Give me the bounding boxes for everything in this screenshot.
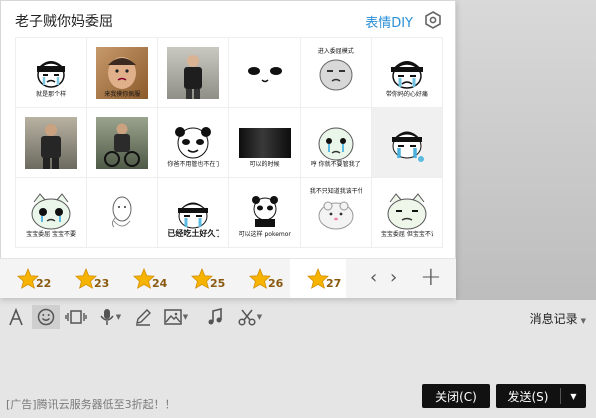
voice-button[interactable]: ▼ [96, 305, 124, 329]
sticker-caption: 可以的时候 [249, 160, 280, 168]
shake-button[interactable] [64, 305, 88, 329]
emoji-icon [37, 308, 55, 326]
screenshot-cut-button[interactable]: ▼ [234, 305, 266, 329]
sticker-cell[interactable]: 带你妈的心好痛 [371, 38, 443, 108]
sticker-image: 可以的时候 [238, 117, 291, 169]
sticker-cell[interactable]: 宝宝委屈 宝宝不要 [16, 178, 88, 248]
sticker-image: 带你妈的心好痛 [381, 47, 433, 99]
sticker-cell[interactable] [87, 108, 159, 178]
sticker-image: 我不只知道我该干什么好 [310, 187, 362, 239]
sticker-pack-tab[interactable]: 24 [116, 259, 172, 298]
sticker-image [381, 117, 433, 169]
sticker-caption: 带你妈的心好痛 [385, 90, 428, 98]
sticker-pack-tab[interactable]: 23 [58, 259, 114, 298]
sticker-pack-tab[interactable]: 27 [290, 259, 346, 298]
sticker-caption: 宝宝委屈 宝宝不要 [26, 230, 77, 238]
sticker-caption: 宝宝委屈 但宝宝不说 [380, 230, 433, 238]
screenshot-icon [65, 310, 87, 324]
sticker-image: 进入委屈模式 [310, 47, 362, 99]
sticker-image: 来我摸你佩服 [96, 46, 149, 99]
sticker-pack-tabs: 27 26 25 24 23 22 ‹ › + [0, 258, 456, 298]
sticker-image: 已经吃土好久了 [167, 187, 219, 239]
tab-number: 27 [326, 277, 342, 290]
sticker-caption: 就是那个样 [36, 90, 67, 98]
tab-number: 22 [36, 277, 52, 290]
chevron-down-icon: ▼ [256, 313, 263, 321]
input-toolbar: ▼ ▼ ▼ 消息记录 ▼ [0, 302, 596, 332]
sticker-image [96, 116, 149, 169]
sticker-caption: 哼 你就不要管我了 [310, 160, 361, 168]
sticker-cell[interactable]: 哼 你就不要管我了 [300, 108, 372, 178]
chevron-down-icon: ▼ [580, 317, 586, 325]
sticker-cell[interactable]: 你爸不用管也不在了我家的事情吧 [158, 108, 230, 178]
sticker-image [25, 116, 78, 169]
message-history-button[interactable]: 消息记录 ▼ [530, 310, 586, 327]
send-button-label: 发送(S) [507, 389, 549, 404]
sticker-cell[interactable]: 来我摸你佩服 [87, 38, 159, 108]
chat-window-background [456, 0, 596, 300]
sticker-caption: 你爸不用管也不在了我家的事情吧 [167, 160, 219, 168]
image-button[interactable]: ▼ [162, 305, 190, 329]
sticker-grid: 就是那个样来我摸你佩服进入委屈模式带你妈的心好痛你爸不用管也不在了我家的事情吧可… [15, 37, 443, 248]
settings-hexagon-icon[interactable] [425, 11, 441, 29]
sticker-image: 哼 你就不要管我了 [310, 117, 362, 169]
sticker-caption: 已经吃土好久了 [167, 228, 220, 238]
prev-page-arrow[interactable]: ‹ [370, 269, 377, 287]
sticker-cell[interactable]: 可以的时候 [229, 108, 301, 178]
pen-icon [136, 309, 151, 326]
sticker-image: 可以这样 pokemongo [239, 187, 291, 239]
sticker-pack-tab[interactable]: 26 [232, 259, 288, 298]
sticker-caption: 我不只知道我该干什么好 [309, 187, 362, 195]
font-icon [9, 308, 23, 326]
sticker-image: 宝宝委屈 宝宝不要 [25, 187, 77, 239]
sticker-cell[interactable]: 就是那个样 [16, 38, 88, 108]
sticker-caption: 进入委屈模式 [317, 47, 354, 55]
sticker-cell[interactable] [371, 108, 443, 178]
sticker-cell[interactable] [158, 38, 230, 108]
panel-title: 老子贼你妈委屈 [15, 14, 113, 30]
sticker-cell[interactable]: 进入委屈模式 [300, 38, 372, 108]
history-label: 消息记录 [529, 312, 578, 326]
add-sticker-pack-button[interactable]: + [420, 263, 442, 291]
music-icon [208, 308, 222, 325]
draw-button[interactable] [132, 305, 154, 329]
send-options-dropdown[interactable]: ▼ [561, 392, 586, 401]
emoji-panel: 老子贼你妈委屈 表情DIY 就是那个样 来我摸你佩服 进入委屈模式带你妈的心好痛你爸… [0, 0, 456, 298]
send-button[interactable]: 发送(S) ▼ [496, 384, 586, 408]
sticker-image: 你爸不用管也不在了我家的事情吧 [167, 117, 219, 169]
voice-icon [100, 309, 114, 325]
sticker-cell[interactable] [87, 178, 159, 248]
tab-number: 26 [268, 277, 284, 290]
tab-number: 24 [152, 277, 168, 290]
sticker-image [167, 46, 220, 99]
ad-link[interactable]: [广告]腾讯云服务器低至3折起！！ [6, 396, 176, 412]
tab-number: 25 [210, 277, 226, 290]
chevron-down-icon: ▼ [182, 313, 189, 321]
sticker-caption: 可以这样 pokemongo [238, 230, 291, 238]
close-button-label: 关闭(C) [435, 389, 477, 404]
image-icon [164, 309, 182, 325]
sticker-cell[interactable] [16, 108, 88, 178]
sticker-cell[interactable]: 我不只知道我该干什么好 [300, 178, 372, 248]
music-button[interactable] [204, 305, 226, 329]
sticker-caption: 来我摸你佩服 [104, 90, 141, 98]
emoji-diy-link[interactable]: 表情DIY [365, 12, 413, 31]
close-button[interactable]: 关闭(C) [422, 384, 490, 408]
sticker-image [239, 47, 291, 99]
emoji-button[interactable] [32, 305, 60, 329]
next-page-arrow[interactable]: › [390, 269, 397, 287]
sticker-image [96, 187, 148, 239]
font-button[interactable] [6, 305, 26, 329]
sticker-cell[interactable] [229, 38, 301, 108]
sticker-pack-tab[interactable]: 22 [0, 259, 56, 298]
sticker-image: 宝宝委屈 但宝宝不说 [381, 187, 433, 239]
sticker-cell[interactable]: 宝宝委屈 但宝宝不说 [371, 178, 443, 248]
scissors-icon [238, 309, 256, 326]
sticker-cell[interactable]: 可以这样 pokemongo [229, 178, 301, 248]
sticker-cell[interactable]: 已经吃土好久了 [158, 178, 230, 248]
tab-number: 23 [94, 277, 110, 290]
chevron-down-icon: ▼ [115, 313, 122, 321]
sticker-image: 就是那个样 [25, 47, 77, 99]
sticker-pack-tab[interactable]: 25 [174, 259, 230, 298]
